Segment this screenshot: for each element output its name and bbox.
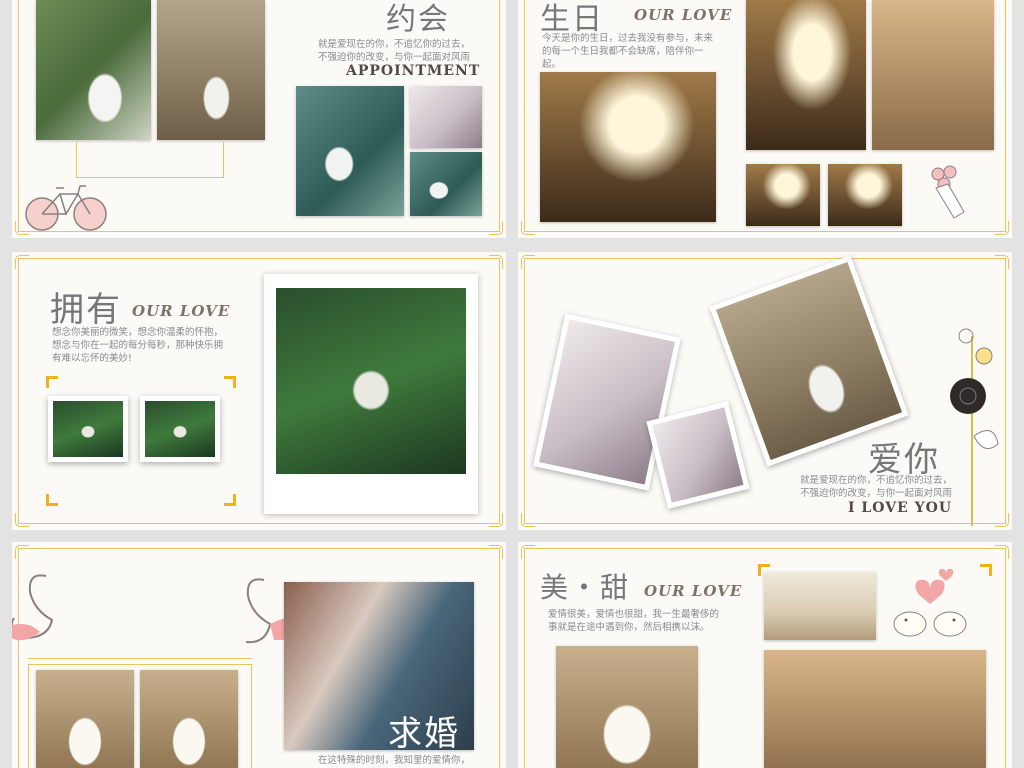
slide-title-en: OUR LOVE [634, 6, 733, 24]
swan-icon [12, 574, 54, 641]
slide-title-cn: 约会 [386, 2, 450, 37]
slide-gallery: 约会 就是爱现在的你，不追忆你的过去， 不强迫你的改变，与你一起面对风雨 APP… [0, 0, 1024, 768]
slide-own[interactable]: 拥有 OUR LOVE 想念你美丽的微笑，想念你温柔的怀抱， 想念与你在一起的每… [12, 252, 506, 530]
photo-thumb-2 [828, 164, 902, 226]
photo-bride-chandelier [556, 646, 698, 768]
slide-title-en: APPOINTMENT [346, 63, 481, 79]
slide-title-cn: 求婚 [388, 714, 460, 754]
photo-kissing-couple [157, 0, 265, 140]
photo-bride-window [746, 0, 866, 150]
slide-title-cn: 美・甜 [540, 571, 631, 604]
photo-bride-sitting [36, 670, 134, 768]
photo-couple-room [764, 572, 876, 640]
photo-field-right [140, 396, 220, 462]
photo-couple-portrait [872, 0, 994, 150]
slide-proposal[interactable]: 求婚 在这特殊的时刻，我知里的爱情你， [12, 542, 506, 768]
slide-birthday[interactable]: 生日 OUR LOVE 今天是你的生日，过去我没有参与，未来 的每一个生日我都不… [518, 0, 1012, 238]
photo-thumb-1 [746, 164, 820, 226]
rose-icon [950, 328, 999, 526]
bicycle-icon [25, 185, 107, 231]
slide-appointment[interactable]: 约会 就是爱现在的你，不追忆你的过去， 不强迫你的改变，与你一起面对风雨 APP… [12, 0, 506, 238]
bouquet-icon [931, 165, 965, 219]
photo-field-left [48, 396, 128, 462]
slide-body: 在这特殊的时刻，我知里的爱情你， [318, 755, 471, 766]
caption-box [76, 142, 224, 178]
photo-arch-window [540, 72, 716, 222]
slide-title-cn: 拥有 [50, 290, 122, 330]
photo-bride-garden [140, 670, 238, 768]
photo-meadow-main [276, 288, 466, 474]
slide-sweet[interactable]: 美・甜 OUR LOVE 爱情很美，爱情也很甜，我一生最奢侈的 事就是在途中遇到… [518, 542, 1012, 768]
slide-title-en: I LOVE YOU [848, 500, 953, 516]
photo-flower-wall [296, 86, 404, 216]
photo-couple-greenery [410, 152, 482, 216]
slide-body: 就是爱现在的你，不追忆你的过去， 不强迫你的改变，与你一起面对风雨 [318, 39, 471, 63]
slide-body: 想念你美丽的微笑，想念你温柔的怀抱， 想念与你在一起的每分每秒，那种快乐拥 有难… [52, 327, 224, 364]
slide-body: 爱情很美，爱情也很甜，我一生最奢侈的 事就是在途中遇到你，然后相携以沫。 [548, 609, 720, 633]
photo-couple-lying [764, 650, 986, 768]
lovebirds-icon [893, 568, 967, 637]
slide-title-en: OUR LOVE [132, 302, 231, 320]
photo-couple-studio [410, 86, 482, 148]
slide-love-you[interactable]: 爱你 就是爱现在的你，不追忆你的过去， 不强迫你的改变，与你一起面对风雨 I L… [518, 252, 1012, 530]
photo-groom-bride [36, 0, 151, 140]
photo-divider-line [28, 658, 252, 659]
slide-body: 今天是你的生日，过去我没有参与，未来 的每一个生日我都不会缺席，陪伴你一 起。 [542, 33, 714, 70]
slide-title-en: OUR LOVE [644, 582, 743, 600]
